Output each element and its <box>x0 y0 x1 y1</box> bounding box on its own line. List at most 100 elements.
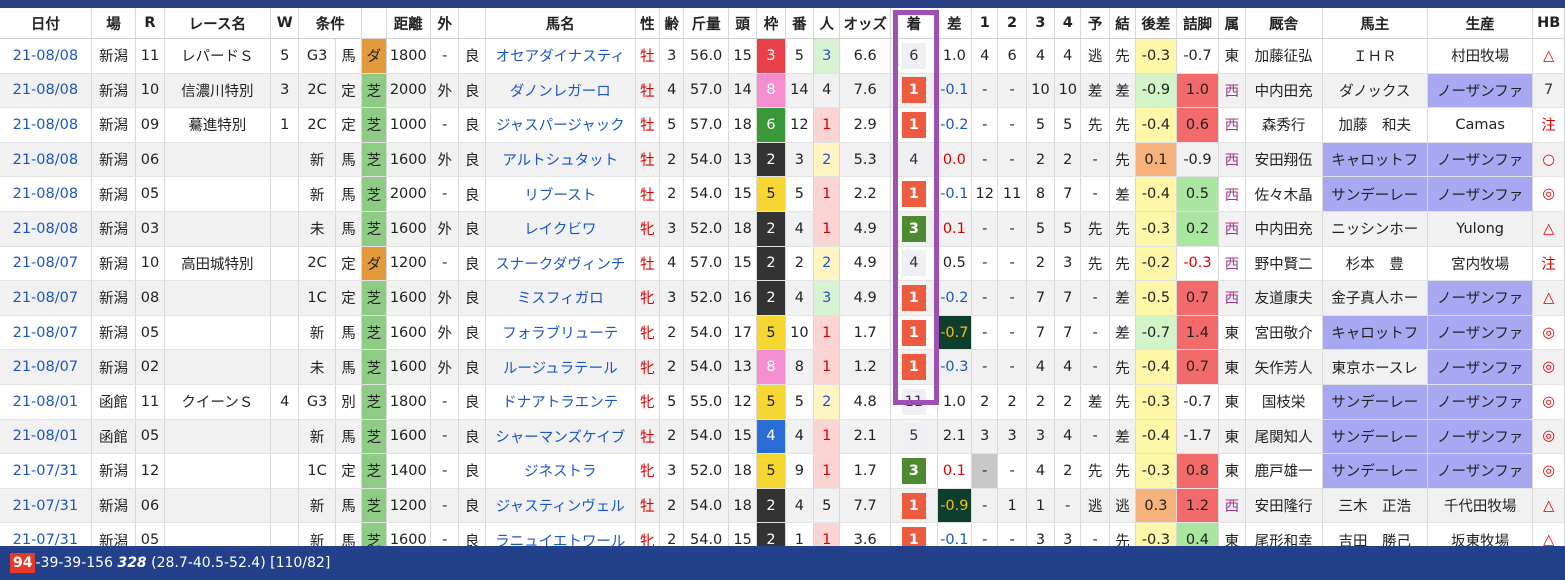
col-distance[interactable]: 距離 <box>386 8 432 39</box>
col-corner1[interactable]: 1 <box>971 8 999 39</box>
cell-date[interactable]: 21-08/08 <box>0 142 92 178</box>
col-gate[interactable]: 枠 <box>756 8 786 39</box>
cell-race-no: 11 <box>135 384 165 420</box>
cell-surface: ダ <box>361 38 387 74</box>
cell-corner3: 1 <box>1026 488 1056 524</box>
col-sex[interactable]: 性 <box>635 8 661 39</box>
cell-class: 馬 <box>335 38 363 74</box>
cell-owner: サンデーレー <box>1322 176 1428 212</box>
cell-outer: 外 <box>430 211 460 247</box>
col-number[interactable]: 番 <box>785 8 815 39</box>
table-row[interactable]: 21-08/07 新潟 10 高田城特別 2C 定ダ 1200- 良スナークダヴィンチ牡 4 57… <box>0 246 1565 282</box>
cell-horse-name[interactable]: アルトシュタット <box>485 142 636 178</box>
cell-owner: サンデーレー <box>1322 384 1428 420</box>
col-odds[interactable]: オッズ <box>839 8 892 39</box>
cell-corner4: 2 <box>1054 453 1082 489</box>
table-row[interactable]: 21-08/01 函館 05 新馬芝 1600- 良シャーマンズケイブ牡 2 54.0 15 4 4… <box>0 419 1565 455</box>
col-corner3[interactable]: 3 <box>1026 8 1056 39</box>
col-age[interactable]: 齢 <box>659 8 685 39</box>
col-owner[interactable]: 馬主 <box>1322 8 1428 39</box>
table-row[interactable]: 21-08/08 新潟 09 驀進特別 1 2C 定芝 1000- 良ジャスパージャック牡 5 57… <box>0 107 1565 143</box>
col-trainer[interactable]: 厩舎 <box>1245 8 1323 39</box>
cell-date[interactable]: 21-08/08 <box>0 38 92 74</box>
cell-date[interactable]: 21-07/31 <box>0 488 92 524</box>
cell-horse-name[interactable]: ルージュラテール <box>485 349 636 385</box>
col-race-no[interactable]: R <box>135 8 165 39</box>
col-outer[interactable]: 外 <box>430 8 460 39</box>
table-row[interactable]: 21-08/07 新潟 08 1C 定芝 1600 外良ミスフィガロ牝 3 52.0 16 2 4 3 4… <box>0 280 1565 316</box>
col-field-size[interactable]: 頭 <box>728 8 758 39</box>
cell-affiliation: 東 <box>1218 349 1246 385</box>
table-row[interactable]: 21-08/07 新潟 02 未馬芝 1600 外良ルージュラテール牝 2 54.0 13 8 8 1… <box>0 349 1565 385</box>
cell-horse-name[interactable]: ジャスティンヴェル <box>485 488 636 524</box>
cell-prediction: 差 <box>1080 384 1110 420</box>
col-hb[interactable]: HB <box>1532 8 1565 39</box>
cell-horse-name[interactable]: ダノンレガーロ <box>485 73 636 109</box>
cell-date[interactable]: 21-08/08 <box>0 73 92 109</box>
col-breeder[interactable]: 生産 <box>1427 8 1534 39</box>
table-row[interactable]: 21-08/07 新潟 05 新馬芝 1600 外良フォラブリューテ牝 2 54.0 17 5 10… <box>0 315 1565 351</box>
col-closing[interactable]: 詰脚 <box>1176 8 1220 39</box>
col-affiliation[interactable]: 属 <box>1218 8 1246 39</box>
cell-race-no: 10 <box>135 246 165 282</box>
col-corner4[interactable]: 4 <box>1054 8 1082 39</box>
cell-date[interactable]: 21-08/07 <box>0 315 92 351</box>
cell-age: 2 <box>659 176 685 212</box>
col-horse-name[interactable]: 馬名 <box>485 8 636 39</box>
cell-date[interactable]: 21-08/01 <box>0 419 92 455</box>
cell-date[interactable]: 21-08/01 <box>0 384 92 420</box>
col-weight[interactable]: 斤量 <box>683 8 729 39</box>
cell-horse-name[interactable]: リブースト <box>485 176 636 212</box>
cell-horse-name[interactable]: ドナアトラエンテ <box>485 384 636 420</box>
cell-horse-name[interactable]: フォラブリューテ <box>485 315 636 351</box>
cell-horse-name[interactable]: ミスフィガロ <box>485 280 636 316</box>
cell-date[interactable]: 21-08/07 <box>0 246 92 282</box>
cell-class: 定 <box>335 453 363 489</box>
cell-horse-name[interactable]: スナークダヴィンチ <box>485 246 636 282</box>
col-popularity[interactable]: 人 <box>813 8 841 39</box>
cell-date[interactable]: 21-08/08 <box>0 211 92 247</box>
col-result-style[interactable]: 結 <box>1109 8 1137 39</box>
col-going[interactable] <box>458 8 486 39</box>
col-w[interactable]: W <box>270 8 300 39</box>
cell-horse-name[interactable]: ジネストラ <box>485 453 636 489</box>
col-condition[interactable]: 条件 <box>298 8 363 39</box>
table-row[interactable]: 21-08/08 新潟 05 新馬芝 2000- 良リブースト牡 2 54.0 15 5 5 1 2.2… <box>0 176 1565 212</box>
col-margin[interactable]: 差 <box>937 8 973 39</box>
col-race-name[interactable]: レース名 <box>164 8 272 39</box>
cell-distance: 1600 <box>386 315 432 351</box>
table-row[interactable]: 21-08/08 新潟 11 レパードＳ 5 G3 馬ダ 1800- 良オセアダイナスティ牡 3 5… <box>0 38 1565 74</box>
cell-owner: 金子真人ホー <box>1322 280 1428 316</box>
col-corner2[interactable]: 2 <box>997 8 1027 39</box>
cell-horse-name[interactable]: シャーマンズケイブ <box>485 419 636 455</box>
table-row[interactable]: 21-08/08 新潟 03 未馬芝 1600 外良レイクビワ牝 3 52.0 18 2 4 1 4.9… <box>0 211 1565 247</box>
col-venue[interactable]: 場 <box>91 8 137 39</box>
cell-date[interactable]: 21-08/07 <box>0 280 92 316</box>
cell-weight: 52.0 <box>683 453 729 489</box>
cell-date[interactable]: 21-08/07 <box>0 349 92 385</box>
col-finish[interactable]: 着 <box>890 8 938 39</box>
cell-trainer: 国枝栄 <box>1245 384 1323 420</box>
col-surface[interactable] <box>361 8 387 39</box>
col-late-diff[interactable]: 後差 <box>1135 8 1177 39</box>
cell-surface: 芝 <box>361 107 387 143</box>
score-badge: 94 <box>10 553 36 573</box>
col-date[interactable]: 日付 <box>0 8 92 39</box>
cell-date[interactable]: 21-07/31 <box>0 453 92 489</box>
table-row[interactable]: 21-08/08 新潟 10 信濃川特別 3 2C 定芝 2000 外良ダノンレガーロ牡 4 57.… <box>0 73 1565 109</box>
table-row[interactable]: 21-07/31 新潟 06 新馬芝 1200- 良ジャスティンヴェル牡 2 54.0 18 2 4… <box>0 488 1565 524</box>
cell-owner: 加藤 和夫 <box>1322 107 1428 143</box>
cell-grade: 2C <box>298 107 336 143</box>
table-row[interactable]: 21-08/08 新潟 06 新馬芝 1600 外良アルトシュタット牡 2 54.0 13 2 3 2… <box>0 142 1565 178</box>
cell-weight: 54.0 <box>683 349 729 385</box>
cell-date[interactable]: 21-08/08 <box>0 176 92 212</box>
cell-owner: キャロットフ <box>1322 315 1428 351</box>
cell-prediction: 先 <box>1080 107 1110 143</box>
col-prediction[interactable]: 予 <box>1080 8 1110 39</box>
cell-horse-name[interactable]: ジャスパージャック <box>485 107 636 143</box>
table-row[interactable]: 21-07/31 新潟 12 1C 定芝 1400- 良ジネストラ牝 3 52.0 18 5 9 1 1.… <box>0 453 1565 489</box>
cell-date[interactable]: 21-08/08 <box>0 107 92 143</box>
table-row[interactable]: 21-08/01 函館 11 クイーンＳ 4 G3 別芝 1800- 良ドナアトラエンテ牝 5 55… <box>0 384 1565 420</box>
cell-horse-name[interactable]: オセアダイナスティ <box>485 38 636 74</box>
cell-horse-name[interactable]: レイクビワ <box>485 211 636 247</box>
